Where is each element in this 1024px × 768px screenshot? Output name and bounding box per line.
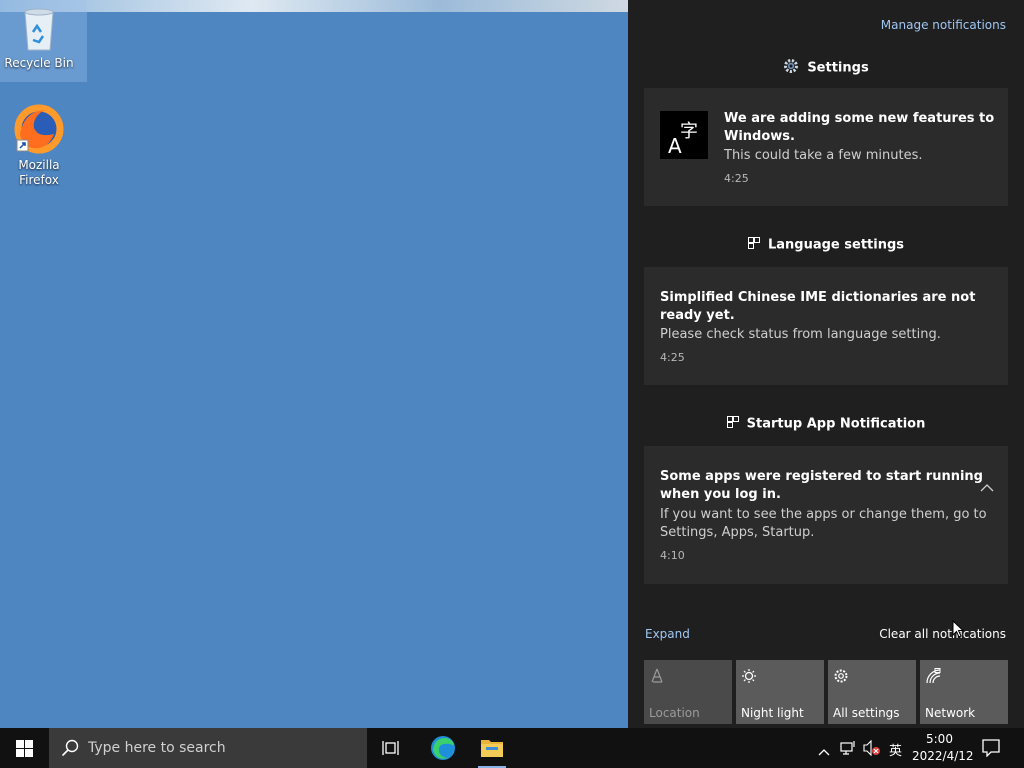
notification-title-line2: ready yet.	[660, 308, 735, 323]
notification-title-line1: Some apps were registered to start runni…	[660, 469, 983, 484]
svg-text:字: 字	[680, 121, 698, 142]
notification-title-line2: Windows.	[724, 129, 795, 144]
app-grid-icon	[747, 237, 760, 253]
network-icon	[925, 668, 941, 688]
notification-body-line1: If you want to see the apps or change th…	[660, 507, 987, 522]
file-explorer-icon	[481, 740, 503, 757]
notification-body: Please check status from language settin…	[660, 327, 941, 342]
desktop-icon-label: Recycle Bin	[4, 56, 74, 70]
notification-card-startup[interactable]: Some apps were registered to start runni…	[644, 446, 1008, 584]
notification-body: This could take a few minutes.	[724, 148, 923, 163]
quick-action-night-light[interactable]: Night light	[736, 660, 824, 724]
mouse-cursor-icon	[952, 620, 965, 638]
group-app-name: Settings	[807, 60, 869, 76]
clear-all-notifications-link[interactable]: Clear all notifications	[879, 627, 1006, 641]
settings-gear-icon	[783, 58, 799, 78]
clock-time[interactable]: 5:00	[926, 732, 953, 746]
quick-action-location[interactable]: Location	[644, 660, 732, 724]
notification-group-header-settings[interactable]: Settings	[628, 58, 1024, 78]
notification-body-line2: Settings, Apps, Startup.	[660, 525, 815, 540]
manage-notifications-link[interactable]: Manage notifications	[881, 18, 1006, 32]
settings-gear-icon	[833, 668, 849, 688]
notification-title-line1: We are adding some new features to	[724, 111, 995, 126]
action-center-panel: Manage notifications Settings A 字 We are…	[628, 0, 1024, 728]
quick-action-network[interactable]: Network	[920, 660, 1008, 724]
clock-date[interactable]: 2022/4/12	[912, 749, 974, 763]
location-icon	[649, 668, 665, 688]
notification-card-features[interactable]: A 字 We are adding some new features to W…	[644, 88, 1008, 206]
desktop-icon-firefox[interactable]: Mozilla Firefox	[0, 104, 78, 188]
quick-action-all-settings[interactable]: All settings	[828, 660, 916, 724]
wallpaper-sky-strip	[0, 0, 628, 12]
notification-icon	[982, 739, 1000, 758]
notification-time: 4:25	[724, 172, 749, 185]
start-button[interactable]	[16, 740, 33, 761]
app-grid-icon	[726, 416, 739, 432]
show-hidden-icons-button[interactable]	[818, 741, 830, 760]
group-app-name: Startup App Notification	[746, 416, 926, 432]
chevron-up-icon	[818, 749, 830, 756]
language-app-icon: A 字	[660, 111, 708, 159]
windows-logo-icon	[16, 740, 33, 757]
night-light-icon	[741, 668, 757, 688]
wired-network-icon	[840, 741, 855, 755]
notification-card-ime[interactable]: Simplified Chinese IME dictionaries are …	[644, 267, 1008, 385]
taskbar-search-box[interactable]: Type here to search	[49, 728, 367, 768]
quick-action-label: Night light	[741, 706, 804, 720]
desktop-icon-label-line2: Firefox	[19, 173, 59, 187]
quick-action-label: All settings	[833, 706, 900, 720]
expand-quick-actions-link[interactable]: Expand	[645, 627, 690, 641]
taskbar: Type here to search 英 5:00 2022/4/12	[0, 728, 1024, 768]
recycle-bin-icon	[24, 8, 54, 51]
firefox-icon	[14, 104, 64, 154]
quick-action-label: Location	[649, 706, 700, 720]
desktop: Recycle Bin Mozilla Firefox	[0, 0, 628, 728]
notification-group-header-language[interactable]: Language settings	[628, 237, 1024, 253]
task-view-icon	[382, 741, 399, 755]
file-explorer-taskbar-button[interactable]	[478, 736, 506, 768]
network-tray-button[interactable]	[840, 740, 858, 760]
volume-tray-button[interactable]	[863, 739, 881, 760]
notification-title-line2: when you log in.	[660, 487, 781, 502]
notification-group-header-startup[interactable]: Startup App Notification	[628, 416, 1024, 432]
notification-time: 4:25	[660, 351, 685, 364]
collapse-chevron-icon[interactable]	[980, 478, 994, 497]
ime-indicator[interactable]: 英	[889, 740, 902, 759]
search-placeholder: Type here to search	[88, 740, 226, 756]
notification-time: 4:10	[660, 549, 685, 562]
group-app-name: Language settings	[767, 237, 905, 253]
quick-action-label: Network	[925, 706, 976, 720]
edge-taskbar-button[interactable]	[430, 735, 456, 765]
edge-icon	[431, 736, 455, 760]
notification-title-line1: Simplified Chinese IME dictionaries are …	[660, 290, 976, 305]
desktop-icon-label-line1: Mozilla	[18, 158, 60, 172]
search-icon	[61, 739, 79, 757]
desktop-icon-recycle-bin[interactable]: Recycle Bin	[0, 6, 78, 71]
volume-muted-icon	[863, 739, 880, 757]
task-view-button[interactable]	[382, 739, 400, 761]
action-center-button[interactable]	[982, 739, 1000, 761]
